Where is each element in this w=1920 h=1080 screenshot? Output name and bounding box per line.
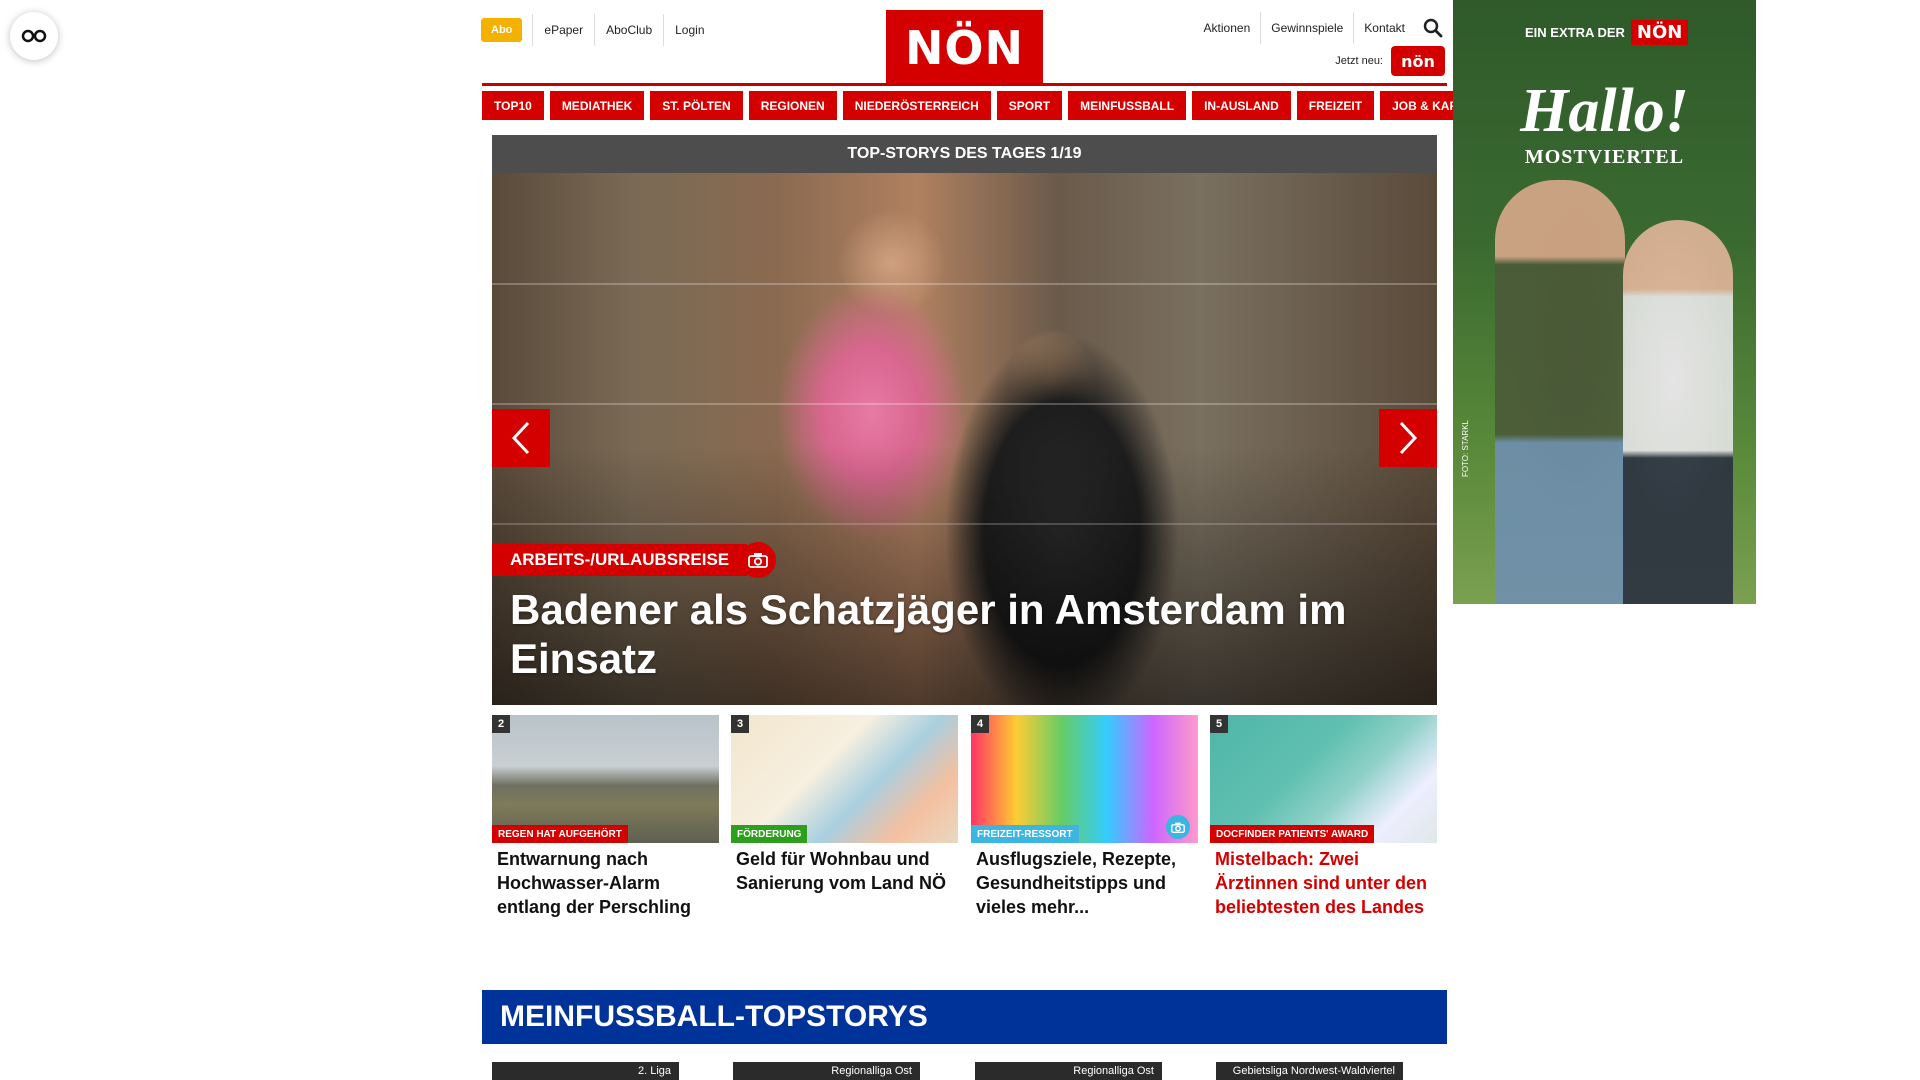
section-card-label[interactable]: Regionalliga Ost (733, 1062, 920, 1080)
nav-st-poelten[interactable]: ST. PÖLTEN (650, 91, 743, 120)
teaser-image[interactable]: 3 FÖRDERUNG (731, 715, 958, 843)
advertisement[interactable]: EIN EXTRA DER NÖN Hallo! MOSTVIERTEL FOT… (1453, 0, 1756, 604)
teaser-title[interactable]: Ausflugsziele, Rezepte, Gesundheitstipps… (971, 847, 1198, 919)
slider-prev-button[interactable] (492, 409, 550, 467)
teaser-card[interactable]: 4 FREIZEIT-RESSORT Ausflugsziele, Rezept… (971, 715, 1198, 919)
ad-subheadline: MOSTVIERTEL (1524, 146, 1685, 168)
jetzt-label: Jetzt neu: (1335, 55, 1383, 67)
teaser-title[interactable]: Mistelbach: Zwei Ärztinnen sind unter de… (1210, 847, 1437, 919)
nav-top10[interactable]: TOP10 (482, 91, 544, 120)
ad-photo-credit: FOTO: STARKL (1461, 420, 1470, 478)
teaser-image[interactable]: 2 REGEN HAT AUFGEHÖRT (492, 715, 719, 843)
aktionen-link[interactable]: Aktionen (1194, 12, 1261, 44)
nav-in-ausland[interactable]: IN-AUSLAND (1192, 91, 1291, 120)
nav-regionen[interactable]: REGIONEN (748, 91, 837, 120)
teaser-number: 3 (731, 715, 749, 733)
gewinnspiele-link[interactable]: Gewinnspiele (1260, 12, 1353, 44)
slider-next-button[interactable] (1379, 409, 1437, 467)
nav-sport[interactable]: SPORT (996, 91, 1063, 120)
camera-icon (1171, 822, 1185, 833)
nav-meinfussball[interactable]: MEINFUSSBALL (1068, 91, 1187, 120)
noen-logo[interactable]: NÖN (886, 10, 1043, 85)
teaser-number: 4 (971, 715, 989, 733)
glasses-icon (21, 29, 47, 43)
teaser-tag: DOCFINDER PATIENTS' AWARD (1210, 825, 1375, 843)
reader-mode-button[interactable] (10, 12, 58, 60)
main-nav: TOP10 MEDIATHEK ST. PÖLTEN REGIONEN NIED… (482, 91, 1507, 120)
teaser-image[interactable]: 4 FREIZEIT-RESSORT (971, 715, 1198, 843)
section-card-label[interactable]: 2. Liga (492, 1062, 679, 1080)
image-detail (492, 523, 1437, 525)
nav-mediathek[interactable]: MEDIATHEK (549, 91, 645, 120)
nav-freizeit[interactable]: FREIZEIT (1296, 91, 1375, 120)
hero-headline[interactable]: Badener als Schatzjäger in Amsterdam im … (510, 585, 1410, 683)
ad-extra-text: EIN EXTRA DER (1525, 25, 1625, 40)
hero-gallery-badge (740, 542, 776, 578)
ad-noen-logo: NÖN (1630, 20, 1689, 45)
teaser-title[interactable]: Entwarnung nach Hochwasser-Alarm entlang… (492, 847, 719, 919)
top-right-links: Aktionen Gewinnspiele Kontakt (1194, 12, 1443, 44)
teaser-card[interactable]: 2 REGEN HAT AUFGEHÖRT Entwarnung nach Ho… (492, 715, 719, 919)
camera-icon (748, 553, 768, 568)
image-detail (492, 403, 1437, 405)
hero-category-tag[interactable]: ARBEITS-/URLAUBSREISE (492, 544, 748, 576)
image-detail (492, 283, 1437, 285)
ad-extra-label: EIN EXTRA DER NÖN (1525, 20, 1689, 45)
section-title[interactable]: MEINFUSSBALL-TOPSTORYS (482, 990, 1447, 1044)
ad-headline: Hallo! (1520, 77, 1689, 145)
ad-person (1495, 180, 1625, 604)
chevron-left-icon (511, 421, 530, 455)
top-stories-bar: TOP-STORYS DES TAGES 1/19 (492, 135, 1437, 173)
kontakt-link[interactable]: Kontakt (1353, 12, 1415, 44)
teaser-card[interactable]: 3 FÖRDERUNG Geld für Wohnbau und Sanieru… (731, 715, 958, 895)
teaser-title[interactable]: Geld für Wohnbau und Sanierung vom Land … (731, 847, 958, 895)
jetzt-neu: Jetzt neu: nön (1335, 46, 1445, 76)
ad-person (1623, 220, 1733, 604)
section-card-label[interactable]: Regionalliga Ost (975, 1062, 1162, 1080)
teaser-number: 2 (492, 715, 510, 733)
teaser-number: 5 (1210, 715, 1228, 733)
gallery-badge (1166, 815, 1190, 839)
search-icon[interactable] (1423, 18, 1443, 38)
nav-divider (482, 83, 1447, 86)
top-left-links: Abo ePaper AboClub Login (481, 14, 716, 46)
kleine-noen-badge[interactable]: nön (1391, 46, 1445, 76)
aboclub-link[interactable]: AboClub (594, 14, 663, 46)
teaser-tag: FREIZEIT-RESSORT (971, 825, 1079, 843)
teaser-tag: REGEN HAT AUFGEHÖRT (492, 825, 628, 843)
teaser-tag: FÖRDERUNG (731, 825, 808, 843)
chevron-right-icon (1399, 421, 1418, 455)
teaser-image[interactable]: 5 DOCFINDER PATIENTS' AWARD (1210, 715, 1437, 843)
login-link[interactable]: Login (663, 14, 715, 46)
epaper-link[interactable]: ePaper (532, 14, 594, 46)
teaser-card[interactable]: 5 DOCFINDER PATIENTS' AWARD Mistelbach: … (1210, 715, 1437, 919)
abo-button[interactable]: Abo (481, 18, 523, 42)
section-card-label[interactable]: Gebietsliga Nordwest-Waldviertel (1216, 1062, 1403, 1080)
nav-niederoesterreich[interactable]: NIEDERÖSTERREICH (842, 91, 991, 120)
